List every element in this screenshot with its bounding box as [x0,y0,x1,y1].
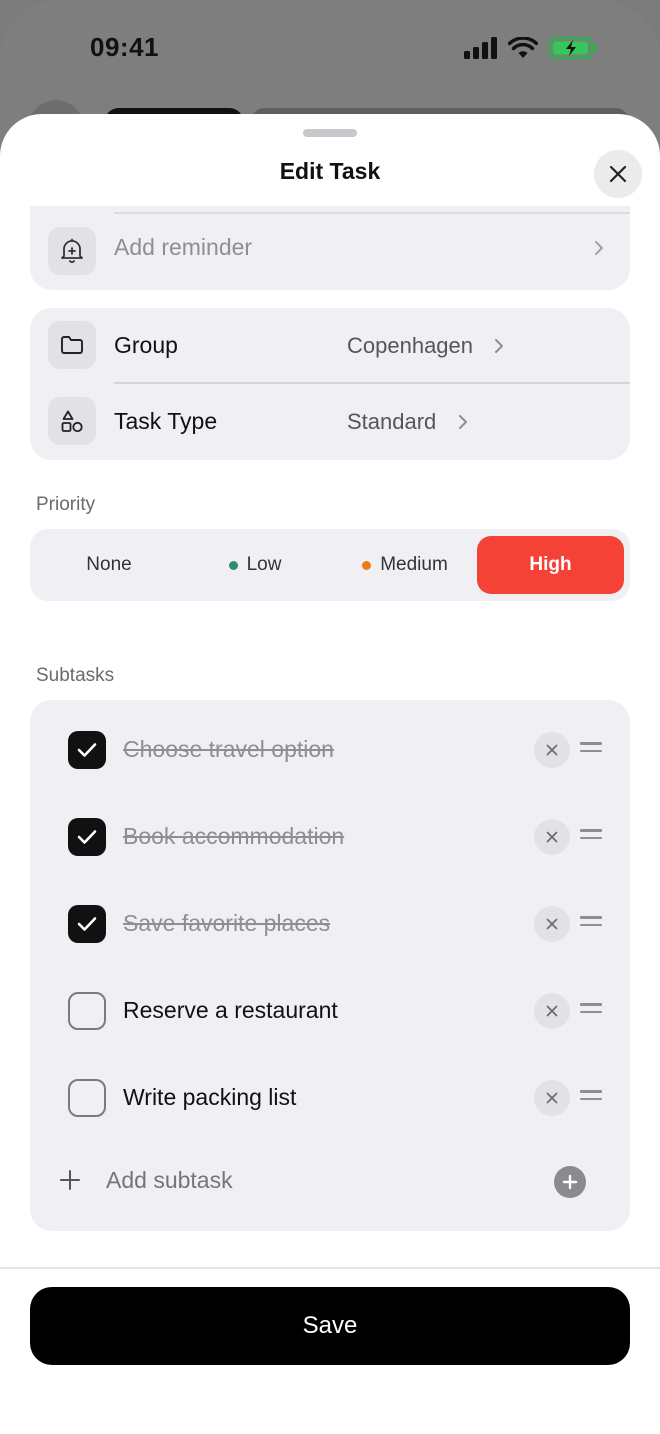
checkmark-icon [77,917,97,931]
add-subtask-input[interactable] [106,1167,506,1194]
subtask-checkbox[interactable] [68,992,106,1030]
plus-icon [562,1174,578,1190]
signal-icon [464,37,497,59]
task-type-row[interactable]: Task Type Standard [30,384,630,460]
subtask-row: Save favorite places [30,894,630,954]
bell-plus-icon [61,238,83,263]
shapes-icon [61,410,83,433]
task-type-value: Standard [347,409,437,434]
priority-option-medium[interactable]: Medium [331,536,479,594]
drag-handle-icon[interactable] [580,742,602,758]
chevron-right-icon [495,339,503,353]
subtask-checkbox[interactable] [68,818,106,856]
priority-dot-low [228,560,238,570]
subtask-text[interactable]: Save favorite places [123,910,330,937]
subtask-text[interactable]: Reserve a restaurant [123,997,338,1024]
wifi-icon [508,37,538,58]
subtask-text[interactable]: Choose travel option [123,736,334,763]
remove-subtask-button[interactable] [534,732,570,768]
close-icon [546,918,558,930]
remove-subtask-button[interactable] [534,819,570,855]
drag-handle-icon[interactable] [580,829,602,845]
remove-subtask-button[interactable] [534,993,570,1029]
add-reminder-label: Add reminder [114,234,253,260]
close-icon [546,831,558,843]
priority-option-label: High [529,554,572,575]
subtask-row: Write packing list [30,1068,630,1128]
group-value: Copenhagen [347,333,474,358]
priority-section-label: Priority [36,494,96,515]
status-time: 09:41 [90,32,159,62]
divider [114,212,630,214]
close-button[interactable] [594,150,642,198]
subtask-row: Choose travel option [30,720,630,780]
add-subtask-row [30,1152,630,1212]
sheet-grabber[interactable] [303,129,357,137]
subtask-row: Book accommodation [30,807,630,867]
priority-option-none[interactable]: None [35,536,183,594]
divider [0,1267,660,1269]
folder-icon [61,336,83,354]
subtask-checkbox[interactable] [68,731,106,769]
details-card: Group Copenhagen Task Type Standard [30,308,630,460]
checkmark-icon [77,743,97,757]
remove-subtask-button[interactable] [534,1080,570,1116]
reminder-icon-tile [48,227,96,275]
subtask-text[interactable]: Book accommodation [123,823,344,850]
priority-option-label: Low [246,554,282,575]
remove-subtask-button[interactable] [534,906,570,942]
priority-option-label: None [86,554,132,575]
sheet-title: Edit Task [279,158,381,184]
task-type-label: Task Type [114,408,218,434]
drag-handle-icon[interactable] [580,1003,602,1019]
subtasks-section-label: Subtasks [36,665,115,686]
add-subtask-button[interactable] [554,1166,586,1198]
save-button[interactable]: Save [30,1287,630,1365]
group-icon-tile [48,321,96,369]
chevron-right-icon [459,415,467,429]
reminder-card[interactable]: Add reminder [30,206,630,290]
subtask-text[interactable]: Write packing list [123,1084,296,1111]
group-label: Group [114,332,178,358]
close-icon [546,744,558,756]
edit-task-sheet: Edit Task Add reminder Group Copenhagen … [0,114,660,1434]
status-icons [464,36,598,60]
priority-option-high[interactable]: High [477,536,624,594]
subtask-checkbox[interactable] [68,1079,106,1117]
task-type-icon-tile [48,397,96,445]
subtask-row: Reserve a restaurant [30,981,630,1041]
close-icon [609,165,627,183]
drag-handle-icon[interactable] [580,916,602,932]
priority-option-label: Medium [380,554,448,575]
priority-dot-medium [362,560,372,570]
close-icon [546,1005,558,1017]
checkmark-icon [77,830,97,844]
priority-option-low[interactable]: Low [181,536,329,594]
subtasks-card: Choose travel option Book accommodation … [30,700,630,1231]
drag-handle-icon[interactable] [580,1090,602,1106]
subtask-checkbox[interactable] [68,905,106,943]
battery-charging-icon [548,36,597,60]
chevron-right-icon [595,241,603,255]
plus-icon [60,1170,80,1190]
priority-selector: None Low Medium High [30,529,630,601]
group-row[interactable]: Group Copenhagen [30,308,630,384]
close-icon [546,1092,558,1104]
